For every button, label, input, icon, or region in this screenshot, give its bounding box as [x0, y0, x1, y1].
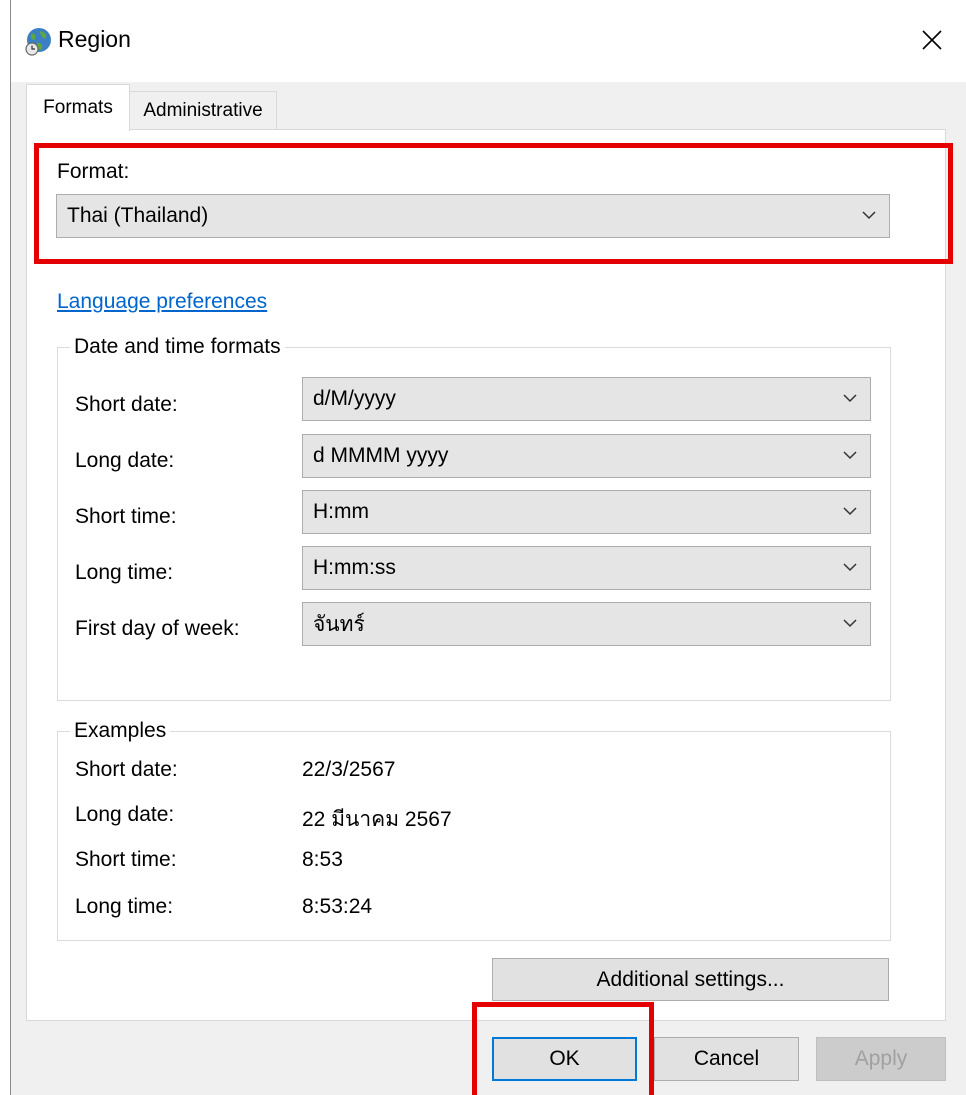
first-day-of-week-dropdown[interactable]: จันทร์ [302, 602, 871, 646]
chevron-down-icon [843, 507, 857, 516]
additional-settings-button[interactable]: Additional settings... [492, 958, 889, 1001]
tab-formats[interactable]: Formats [26, 84, 130, 131]
example-long-time-label: Long time: [75, 895, 174, 918]
short-time-value: H:mm [313, 500, 369, 523]
ok-button[interactable]: OK [492, 1037, 637, 1081]
format-dropdown-value: Thai (Thailand) [67, 204, 209, 227]
chevron-down-icon [843, 451, 857, 460]
short-date-value: d/M/yyyy [313, 387, 396, 410]
example-short-time-value: 8:53 [302, 848, 343, 871]
examples-group [57, 731, 891, 941]
short-date-label: Short date: [75, 393, 178, 416]
example-long-time-value: 8:53:24 [302, 895, 373, 918]
close-button[interactable] [908, 16, 956, 64]
long-time-value: H:mm:ss [313, 556, 396, 579]
chevron-down-icon [843, 394, 857, 403]
example-short-date-label: Short date: [75, 758, 178, 781]
chevron-down-icon [862, 211, 876, 220]
long-date-dropdown[interactable]: d MMMM yyyy [302, 434, 871, 478]
example-short-time-label: Short time: [75, 848, 177, 871]
title-bar [11, 0, 966, 82]
window-edge [0, 0, 11, 1095]
format-dropdown[interactable]: Thai (Thailand) [56, 194, 890, 238]
long-time-dropdown[interactable]: H:mm:ss [302, 546, 871, 590]
apply-button[interactable]: Apply [816, 1037, 946, 1081]
first-day-of-week-value: จันทร์ [313, 612, 365, 636]
long-time-label: Long time: [75, 561, 174, 584]
short-time-dropdown[interactable]: H:mm [302, 490, 871, 534]
window-title: Region [58, 26, 131, 52]
chevron-down-icon [843, 563, 857, 572]
cancel-button[interactable]: Cancel [654, 1037, 799, 1081]
format-label: Format: [57, 160, 130, 183]
long-date-value: d MMMM yyyy [313, 444, 449, 467]
chevron-down-icon [843, 619, 857, 628]
short-date-dropdown[interactable]: d/M/yyyy [302, 377, 871, 421]
example-long-date-label: Long date: [75, 803, 175, 826]
example-short-date-value: 22/3/2567 [302, 758, 396, 781]
short-time-label: Short time: [75, 505, 177, 528]
language-preferences-link[interactable]: Language preferences [57, 290, 267, 314]
first-day-of-week-label: First day of week: [75, 617, 240, 640]
date-time-formats-caption: Date and time formats [70, 335, 285, 359]
close-icon [922, 30, 942, 50]
tab-administrative[interactable]: Administrative [129, 91, 277, 130]
examples-caption: Examples [70, 719, 171, 743]
example-long-date-value: 22 มีนาคม 2567 [302, 808, 452, 831]
globe-clock-icon [25, 28, 51, 56]
long-date-label: Long date: [75, 449, 175, 472]
